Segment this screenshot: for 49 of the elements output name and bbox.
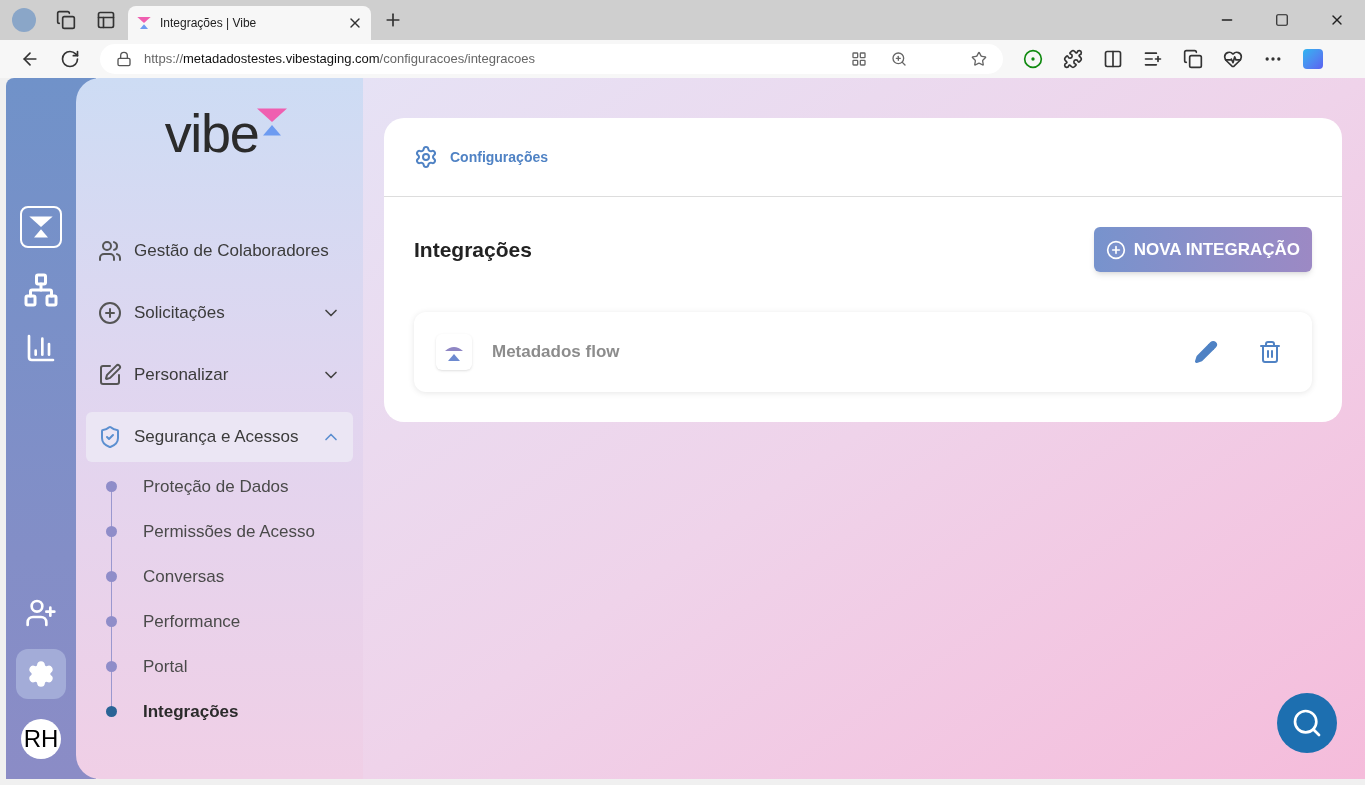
plus-circle-icon <box>98 301 122 325</box>
health-icon[interactable] <box>1223 49 1243 69</box>
sidebar-subitem[interactable]: Integrações <box>143 698 239 725</box>
extensions-icon[interactable] <box>1063 49 1083 69</box>
favorite-icon[interactable] <box>971 51 987 67</box>
search-icon <box>1291 707 1323 739</box>
collections-icon[interactable] <box>1183 49 1203 69</box>
workspaces-icon[interactable] <box>56 10 76 30</box>
extension-icon[interactable] <box>1023 49 1043 69</box>
breadcrumb-link[interactable]: Configurações <box>450 146 548 168</box>
network-icon[interactable] <box>23 272 59 308</box>
sidebar-item[interactable]: Gestão de Colaboradores <box>86 226 353 276</box>
sidebar-subitem[interactable]: Portal <box>143 653 188 680</box>
vibe-logo: vibe <box>164 106 259 160</box>
sidebar-subitem[interactable]: Proteção de Dados <box>143 473 289 500</box>
page-title: Integrações <box>414 236 532 263</box>
sidebar-subitem[interactable]: Performance <box>143 608 241 635</box>
add-user-icon[interactable] <box>25 597 57 629</box>
browser-tab[interactable]: Integrações | Vibe <box>128 6 371 40</box>
zoom-icon[interactable] <box>891 51 907 67</box>
maximize-icon[interactable] <box>1275 13 1289 27</box>
url-text: https://metadadostestes.vibestaging.com/configuracoes/integracoes <box>144 50 536 69</box>
vibe-app-icon[interactable] <box>20 206 62 248</box>
integration-name: Metadados flow <box>492 341 621 364</box>
reload-icon[interactable] <box>60 49 80 69</box>
tab-title: Integrações | Vibe <box>160 15 258 32</box>
settings-icon <box>414 145 438 169</box>
delete-icon[interactable] <box>1258 340 1282 364</box>
search-button[interactable] <box>1277 693 1337 753</box>
people-icon <box>98 239 122 263</box>
sidebar-item[interactable]: Solicitações <box>86 288 353 338</box>
bar-chart-icon[interactable] <box>25 332 57 364</box>
sidebar-subitem[interactable]: Permissões de Acesso <box>143 518 315 545</box>
edit-icon <box>98 363 122 387</box>
plus-circle-icon <box>1105 239 1126 260</box>
sidebar-subitem[interactable]: Conversas <box>143 563 225 590</box>
app-icon[interactable] <box>851 51 867 67</box>
sidebar-item[interactable]: Segurança e Acessos <box>86 412 353 462</box>
tab-actions-icon[interactable] <box>96 10 116 30</box>
shield-icon <box>98 425 122 449</box>
sidebar-item[interactable]: Personalizar <box>86 350 353 400</box>
vibe-logo-icon <box>136 15 152 31</box>
edit-icon[interactable] <box>1194 340 1218 364</box>
split-screen-icon[interactable] <box>1103 49 1123 69</box>
address-bar[interactable]: https://metadadostestes.vibestaging.com/configuracoes/integracoes <box>100 44 1003 74</box>
favorites-icon[interactable] <box>1143 49 1163 69</box>
lock-icon <box>116 51 132 67</box>
settings-button[interactable] <box>16 649 66 699</box>
user-avatar[interactable]: RH <box>21 719 61 759</box>
